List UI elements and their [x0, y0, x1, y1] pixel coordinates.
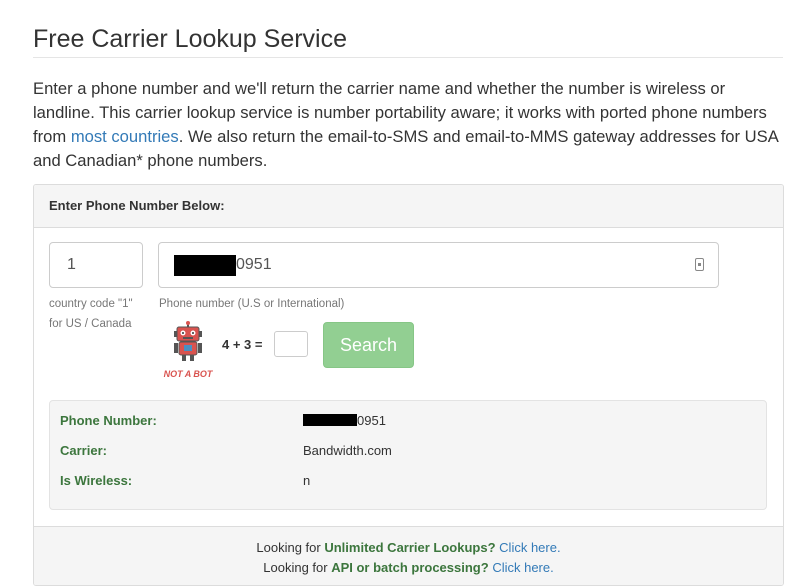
- phone-number-value: 0951: [236, 256, 272, 273]
- panel-header-title: Enter Phone Number Below:: [49, 198, 225, 213]
- results-box: Phone Number: 0951 Carrier: Bandwidth.co…: [49, 400, 767, 510]
- is-wireless-result: n: [303, 473, 311, 488]
- is-wireless-label: Is Wireless:: [60, 473, 133, 488]
- carrier-result: Bandwidth.com: [303, 443, 392, 458]
- unlimited-lookups-line: Looking for Unlimited Carrier Lookups? C…: [256, 540, 561, 555]
- api-batch-line: Looking for API or batch processing? Cli…: [263, 560, 554, 575]
- contact-card-icon[interactable]: [695, 258, 704, 271]
- country-code-value: 1: [67, 256, 76, 273]
- not-a-bot-badge: NOT A BOT: [164, 369, 214, 379]
- panel-footer: Looking for Unlimited Carrier Lookups? C…: [34, 526, 783, 585]
- redacted-digits: [303, 414, 357, 426]
- lookup-panel: Enter Phone Number Below: 1 0951 country…: [33, 184, 784, 586]
- api-batch-link[interactable]: Click here.: [492, 560, 553, 575]
- unlimited-lookups-link[interactable]: Click here.: [499, 540, 560, 555]
- search-button[interactable]: Search: [323, 322, 414, 368]
- robot-icon: NOT A BOT: [160, 321, 222, 383]
- intro-paragraph: Enter a phone number and we'll return th…: [33, 77, 783, 173]
- captcha-question: 4 + 3 =: [222, 337, 263, 352]
- panel-header: Enter Phone Number Below:: [34, 185, 783, 228]
- redacted-digits: [174, 255, 236, 276]
- country-code-input[interactable]: 1: [49, 242, 143, 288]
- phone-number-label: Phone Number:: [60, 413, 157, 428]
- captcha-answer-input[interactable]: [274, 331, 308, 357]
- page-title: Free Carrier Lookup Service: [33, 24, 348, 53]
- phone-number-result: 0951: [303, 413, 386, 428]
- title-divider: [33, 57, 783, 58]
- phone-number-help: Phone number (U.S or International): [159, 298, 345, 310]
- most-countries-link[interactable]: most countries: [71, 127, 179, 146]
- country-code-help: country code "1" for US / Canada: [49, 298, 133, 330]
- phone-number-input[interactable]: 0951: [158, 242, 719, 288]
- carrier-label: Carrier:: [60, 443, 107, 458]
